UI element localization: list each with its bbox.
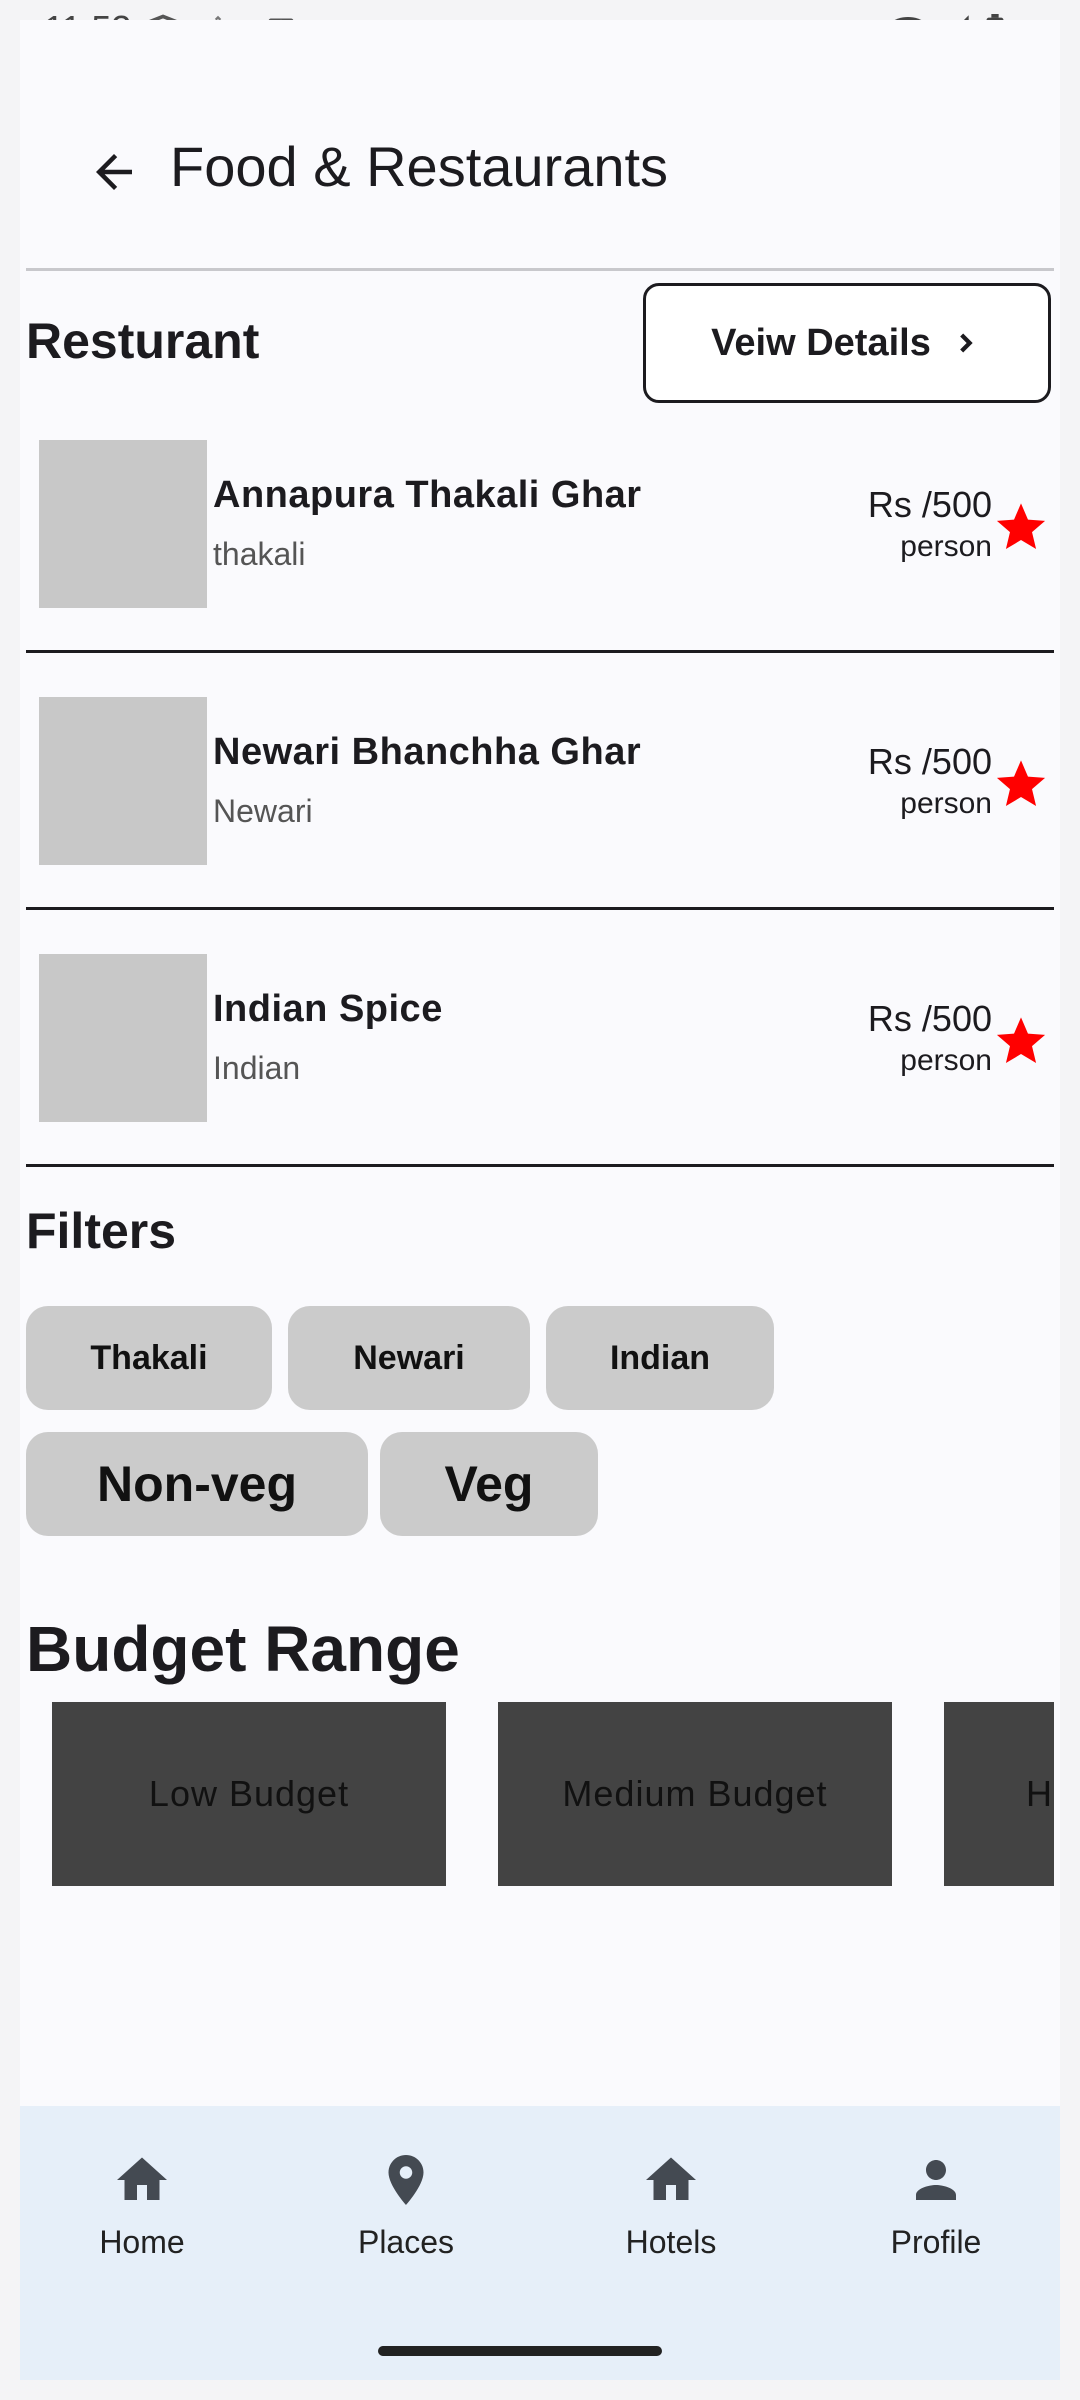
restaurant-category: thakali <box>213 536 306 572</box>
restaurant-thumbnail <box>39 440 207 608</box>
filter-chip-indian[interactable]: Indian <box>546 1306 774 1410</box>
arrow-left-icon <box>96 154 132 190</box>
nav-item-places[interactable]: Places <box>306 2150 506 2290</box>
filter-chip-non-veg[interactable]: Non-veg <box>26 1432 368 1536</box>
nav-item-home[interactable]: Home <box>42 2150 242 2290</box>
card-divider <box>26 1164 1054 1167</box>
card-divider <box>26 650 1054 653</box>
page-title: Food & Restaurants <box>170 135 669 198</box>
card-divider <box>26 907 1054 910</box>
star-icon[interactable] <box>994 1014 1048 1068</box>
nav-label-places: Places <box>357 2224 455 2260</box>
budget-range-title: Budget Range <box>26 1613 460 1685</box>
price-unit: person <box>900 530 992 563</box>
restaurant-section-title: Resturant <box>26 313 260 369</box>
restaurant-category: Indian <box>213 1050 301 1086</box>
app-screen: Food & Restaurants Resturant Veiw Detail… <box>20 20 1060 2380</box>
budget-card-high[interactable]: H <box>944 1702 1054 1886</box>
restaurant-price: Rs /500 <box>867 998 992 1039</box>
restaurant-name: Indian Spice <box>213 988 443 1030</box>
nav-item-hotels[interactable]: Hotels <box>571 2150 771 2290</box>
filter-chip-newari[interactable]: Newari <box>288 1306 530 1410</box>
price-unit: person <box>900 787 992 820</box>
home-indicator[interactable] <box>378 2346 662 2356</box>
nav-label-profile: Profile <box>890 2224 982 2260</box>
star-icon[interactable] <box>994 500 1048 554</box>
view-details-label: Veiw Details <box>711 321 931 364</box>
restaurant-thumbnail <box>39 697 207 865</box>
filters-title: Filters <box>26 1203 177 1259</box>
restaurant-card[interactable]: Newari Bhanchha Ghar Newari Rs /500 pers… <box>26 697 1054 953</box>
restaurant-thumbnail <box>39 954 207 1122</box>
filter-chip-thakali[interactable]: Thakali <box>26 1306 272 1410</box>
restaurant-price: Rs /500 <box>867 484 992 525</box>
budget-card-medium[interactable]: Medium Budget <box>498 1702 892 1886</box>
bottom-navigation: Home Places Hotels Profile <box>20 2106 1060 2380</box>
restaurant-category: Newari <box>213 793 313 829</box>
budget-card-low[interactable]: Low Budget <box>52 1702 446 1886</box>
header-divider <box>26 268 1054 271</box>
restaurant-card[interactable]: Indian Spice Indian Rs /500 person <box>26 954 1054 1210</box>
nav-label-hotels: Hotels <box>625 2224 717 2260</box>
restaurant-price: Rs /500 <box>867 741 992 782</box>
person-icon <box>916 2160 956 2200</box>
home-icon <box>646 2157 696 2200</box>
restaurant-name: Annapura Thakali Ghar <box>213 474 642 516</box>
location-pin-icon <box>388 2155 424 2205</box>
star-icon[interactable] <box>994 757 1048 811</box>
filter-chip-veg[interactable]: Veg <box>380 1432 598 1536</box>
restaurant-card[interactable]: Annapura Thakali Ghar thakali Rs /500 pe… <box>26 440 1054 696</box>
back-button[interactable] <box>66 124 162 220</box>
nav-item-profile[interactable]: Profile <box>836 2150 1036 2290</box>
view-details-button[interactable]: Veiw Details <box>643 283 1051 403</box>
home-icon <box>117 2157 167 2200</box>
nav-label-home: Home <box>99 2224 185 2260</box>
price-unit: person <box>900 1044 992 1077</box>
top-app-bar: Food & Restaurants <box>20 100 1060 230</box>
restaurant-name: Newari Bhanchha Ghar <box>213 731 642 773</box>
chevron-right-icon <box>959 333 973 353</box>
